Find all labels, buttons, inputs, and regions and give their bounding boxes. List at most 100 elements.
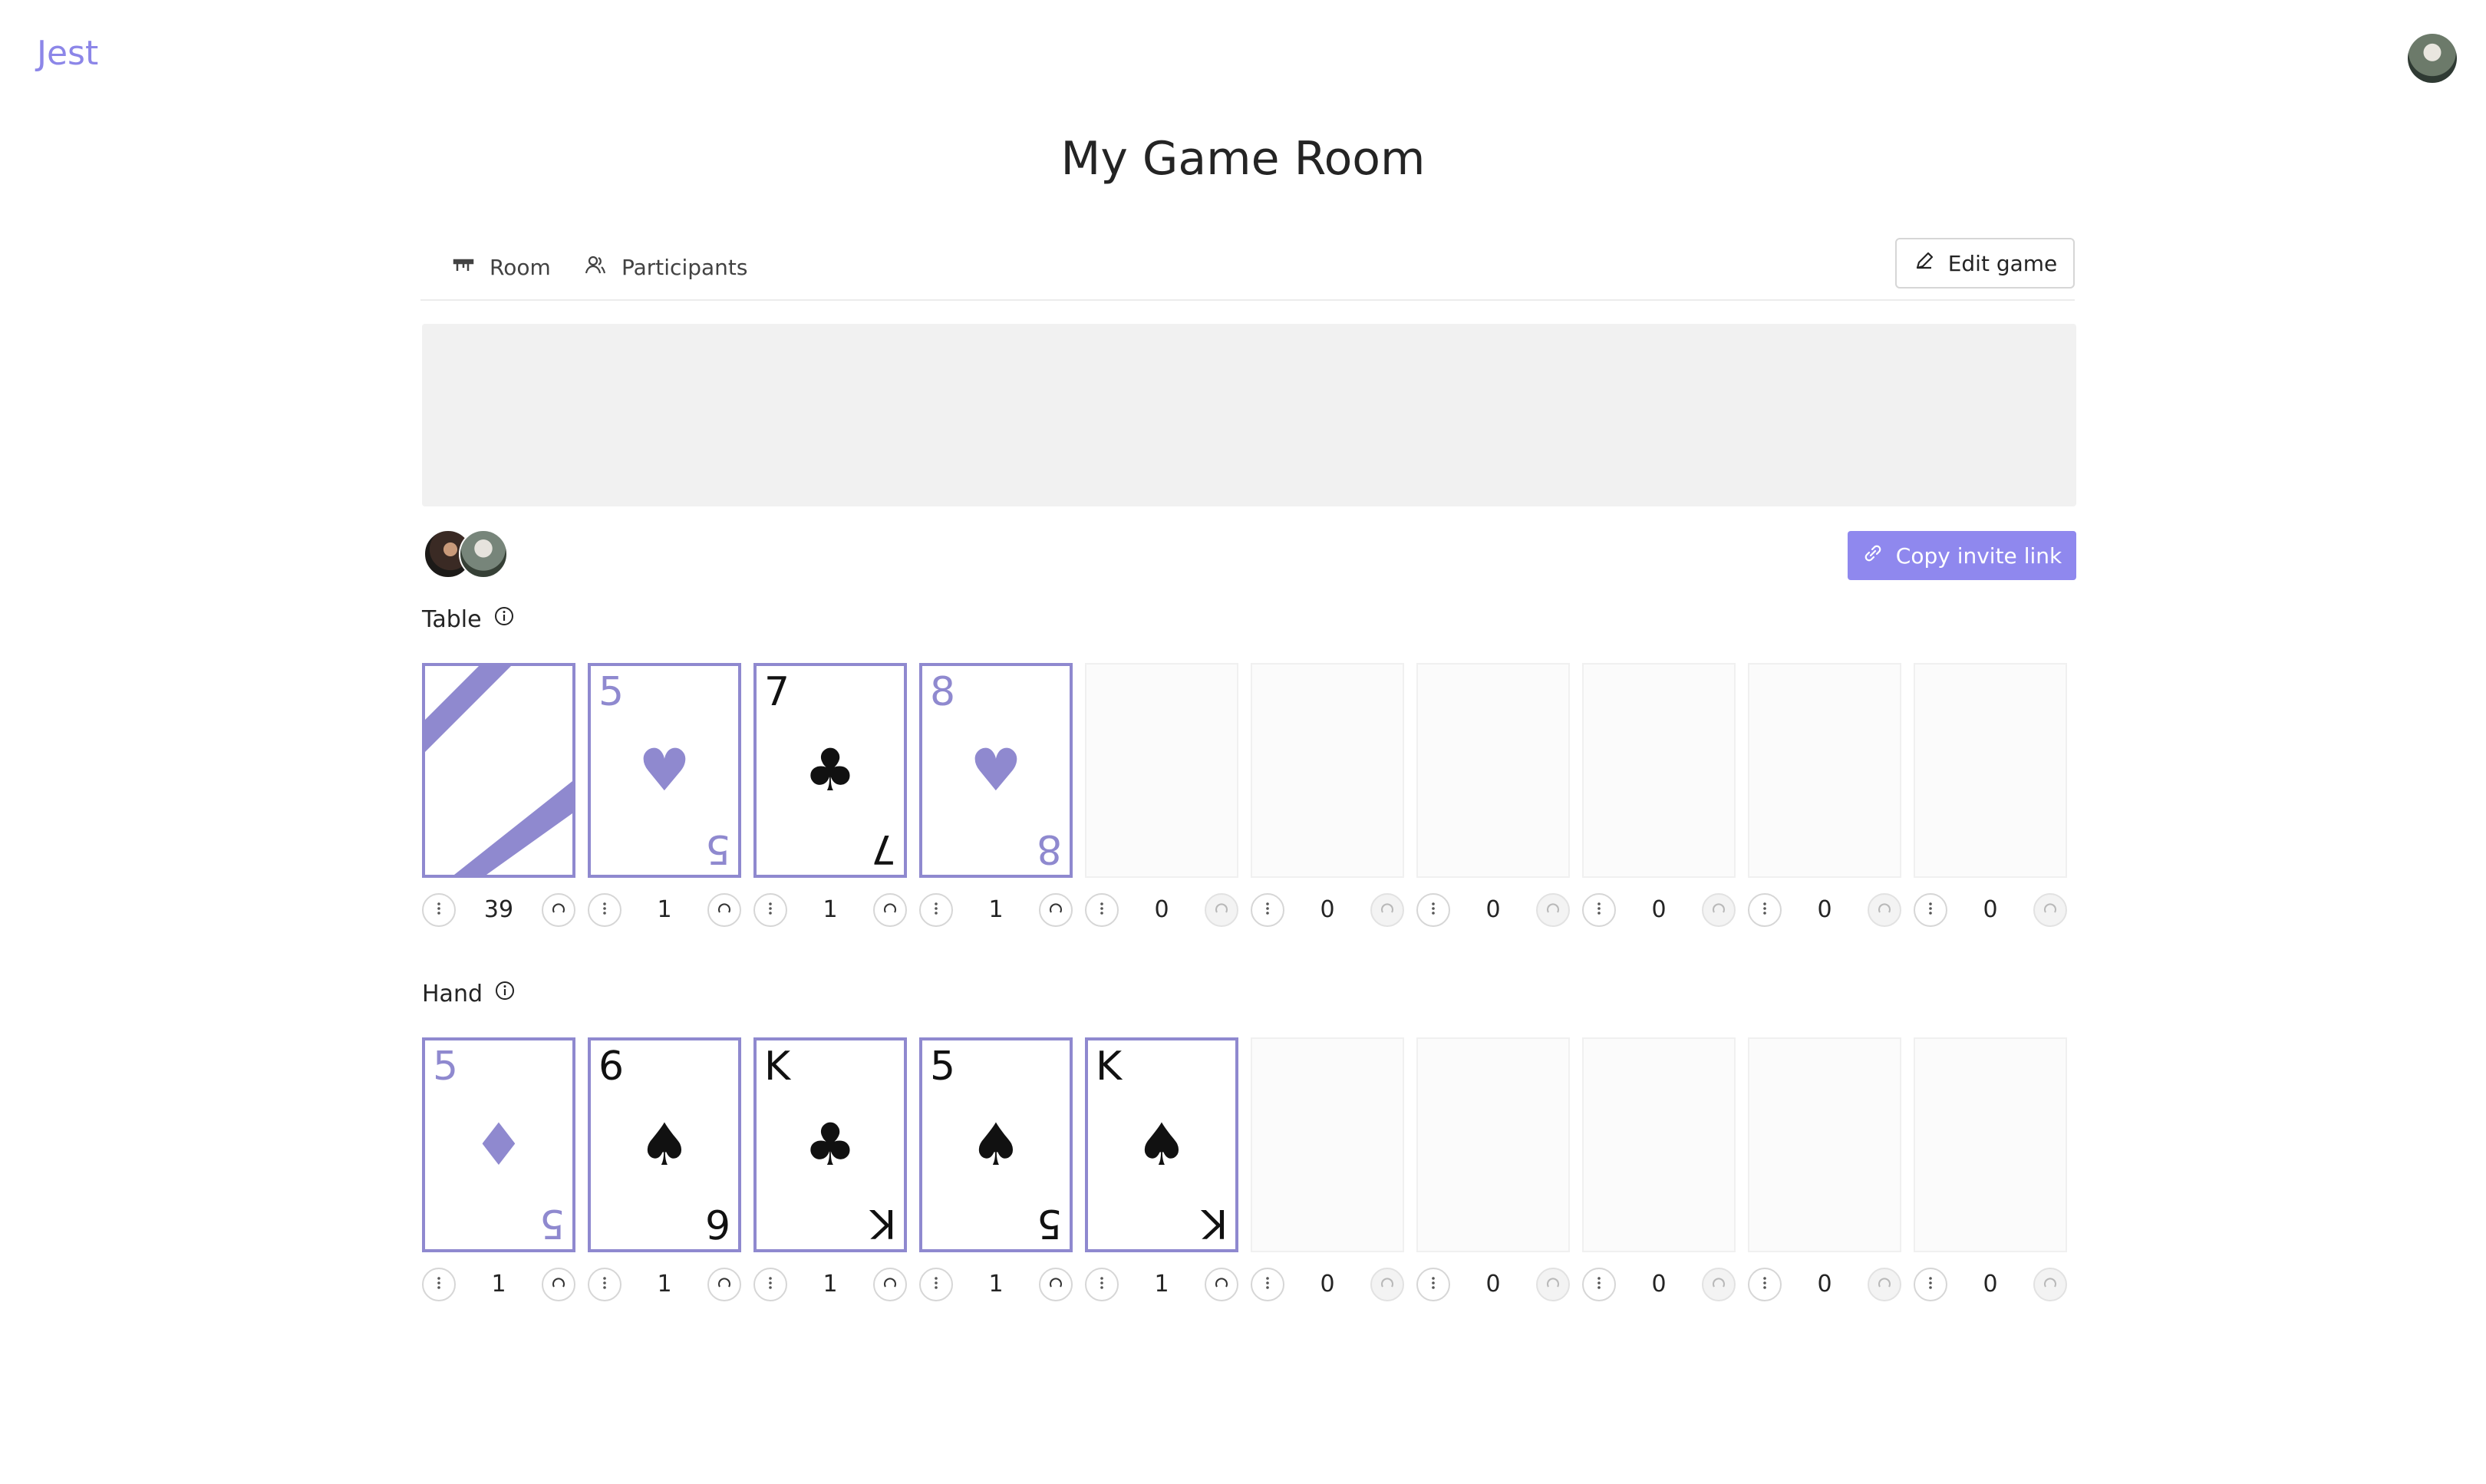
more-vertical-icon	[761, 899, 780, 921]
deck-card-back[interactable]	[422, 663, 575, 878]
more-options-button[interactable]	[753, 1268, 787, 1301]
copy-invite-link-label: Copy invite link	[1895, 542, 2062, 569]
flip-card-button[interactable]	[542, 893, 575, 927]
participant-avatars[interactable]	[424, 529, 516, 579]
more-options-button[interactable]	[1582, 1268, 1616, 1301]
card-suit-icon: ♥	[638, 736, 691, 804]
playing-card[interactable]: 8 ♥ 8	[919, 663, 1073, 878]
card-slot-controls: 0	[1251, 1268, 1404, 1303]
more-options-button[interactable]	[422, 1268, 456, 1301]
card-slot-controls: 0	[1582, 893, 1736, 928]
info-icon[interactable]	[493, 605, 516, 634]
more-vertical-icon	[595, 899, 614, 921]
flip-card-button[interactable]	[1205, 1268, 1238, 1301]
flip-card-button[interactable]	[707, 1268, 741, 1301]
more-options-button[interactable]	[1251, 1268, 1284, 1301]
card-slot-controls: 0	[1251, 893, 1404, 928]
rotate-icon	[1710, 899, 1728, 921]
more-vertical-icon	[430, 899, 448, 921]
info-icon[interactable]	[493, 979, 516, 1008]
card-rank: 6	[598, 1044, 625, 1090]
more-vertical-icon	[761, 1274, 780, 1295]
empty-card-slot	[1748, 663, 1901, 878]
more-options-button[interactable]	[753, 893, 787, 927]
hand-section-label: Hand	[422, 979, 516, 1008]
more-options-button[interactable]	[588, 1268, 622, 1301]
flip-card-button[interactable]	[1205, 893, 1238, 927]
table-label: Table	[422, 605, 482, 633]
edit-game-button[interactable]: Edit game	[1895, 238, 2075, 289]
more-options-button[interactable]	[1914, 893, 1947, 927]
flip-card-button[interactable]	[2033, 893, 2067, 927]
flip-card-button[interactable]	[1868, 893, 1901, 927]
flip-card-button[interactable]	[1702, 1268, 1736, 1301]
more-options-button[interactable]	[919, 1268, 953, 1301]
card-rank-inverted: 7	[870, 826, 896, 872]
flip-card-button[interactable]	[1370, 1268, 1404, 1301]
card-rank-inverted: 8	[1036, 826, 1062, 872]
more-options-button[interactable]	[422, 893, 456, 927]
card-count: 0	[1320, 896, 1335, 923]
card-count: 0	[1817, 896, 1832, 923]
flip-card-button[interactable]	[707, 893, 741, 927]
more-options-button[interactable]	[1582, 893, 1616, 927]
more-vertical-icon	[1258, 1274, 1277, 1295]
card-slot-controls: 0	[1748, 1268, 1901, 1303]
flip-card-button[interactable]	[1536, 1268, 1570, 1301]
card-suit-icon: ♦	[472, 1110, 526, 1179]
flip-card-button[interactable]	[2033, 1268, 2067, 1301]
app-brand[interactable]: Jest	[37, 34, 98, 73]
rotate-icon	[1378, 1274, 1396, 1295]
more-vertical-icon	[1921, 899, 1940, 921]
card-rank: K	[1096, 1044, 1123, 1090]
more-options-button[interactable]	[588, 893, 622, 927]
flip-card-button[interactable]	[542, 1268, 575, 1301]
playing-card[interactable]: 5 ♥ 5	[588, 663, 741, 878]
pencil-icon	[1913, 249, 1936, 278]
card-slot-controls: 1	[919, 1268, 1073, 1303]
flip-card-button[interactable]	[1702, 893, 1736, 927]
flip-card-button[interactable]	[1370, 893, 1404, 927]
more-options-button[interactable]	[1085, 893, 1119, 927]
more-vertical-icon	[1424, 1274, 1442, 1295]
user-avatar[interactable]	[2408, 34, 2457, 83]
hand-row: 5 ♦ 5 1 6 ♠ 6 1 K ♣ K 1 5 ♠ 5 1 K ♠ K 1 0 0 0 0 0	[422, 1037, 2079, 1360]
more-options-button[interactable]	[1085, 1268, 1119, 1301]
card-count: 0	[1154, 896, 1169, 923]
more-options-button[interactable]	[1416, 893, 1450, 927]
playing-card[interactable]: 7 ♣ 7	[753, 663, 907, 878]
more-vertical-icon	[927, 1274, 945, 1295]
copy-invite-link-button[interactable]: Copy invite link	[1848, 531, 2076, 580]
more-options-button[interactable]	[919, 893, 953, 927]
flip-card-button[interactable]	[1039, 1268, 1073, 1301]
rotate-icon	[1875, 899, 1894, 921]
card-rank: 5	[598, 669, 625, 715]
tab-participants[interactable]: Participants	[583, 246, 747, 289]
link-icon	[1862, 542, 1884, 569]
card-count: 0	[1320, 1271, 1335, 1298]
flip-card-button[interactable]	[1868, 1268, 1901, 1301]
more-options-button[interactable]	[1251, 893, 1284, 927]
playing-card[interactable]: 5 ♦ 5	[422, 1037, 575, 1252]
more-options-button[interactable]	[1914, 1268, 1947, 1301]
card-slot-controls: 1	[422, 1268, 575, 1303]
more-options-button[interactable]	[1748, 893, 1782, 927]
tab-room[interactable]: Room	[451, 246, 551, 289]
playing-card[interactable]: 6 ♠ 6	[588, 1037, 741, 1252]
playing-card[interactable]: K ♣ K	[753, 1037, 907, 1252]
flip-card-button[interactable]	[873, 893, 907, 927]
more-options-button[interactable]	[1416, 1268, 1450, 1301]
card-slot-controls: 1	[753, 893, 907, 928]
participant-avatar[interactable]	[459, 529, 508, 579]
rotate-icon	[1212, 899, 1231, 921]
card-count: 1	[823, 896, 838, 923]
playing-card[interactable]: 5 ♠ 5	[919, 1037, 1073, 1252]
card-count: 1	[988, 1271, 1004, 1298]
flip-card-button[interactable]	[1039, 893, 1073, 927]
flip-card-button[interactable]	[873, 1268, 907, 1301]
more-options-button[interactable]	[1748, 1268, 1782, 1301]
card-slot-controls: 0	[1085, 893, 1238, 928]
playing-card[interactable]: K ♠ K	[1085, 1037, 1238, 1252]
card-slot-controls: 1	[588, 1268, 741, 1303]
flip-card-button[interactable]	[1536, 893, 1570, 927]
